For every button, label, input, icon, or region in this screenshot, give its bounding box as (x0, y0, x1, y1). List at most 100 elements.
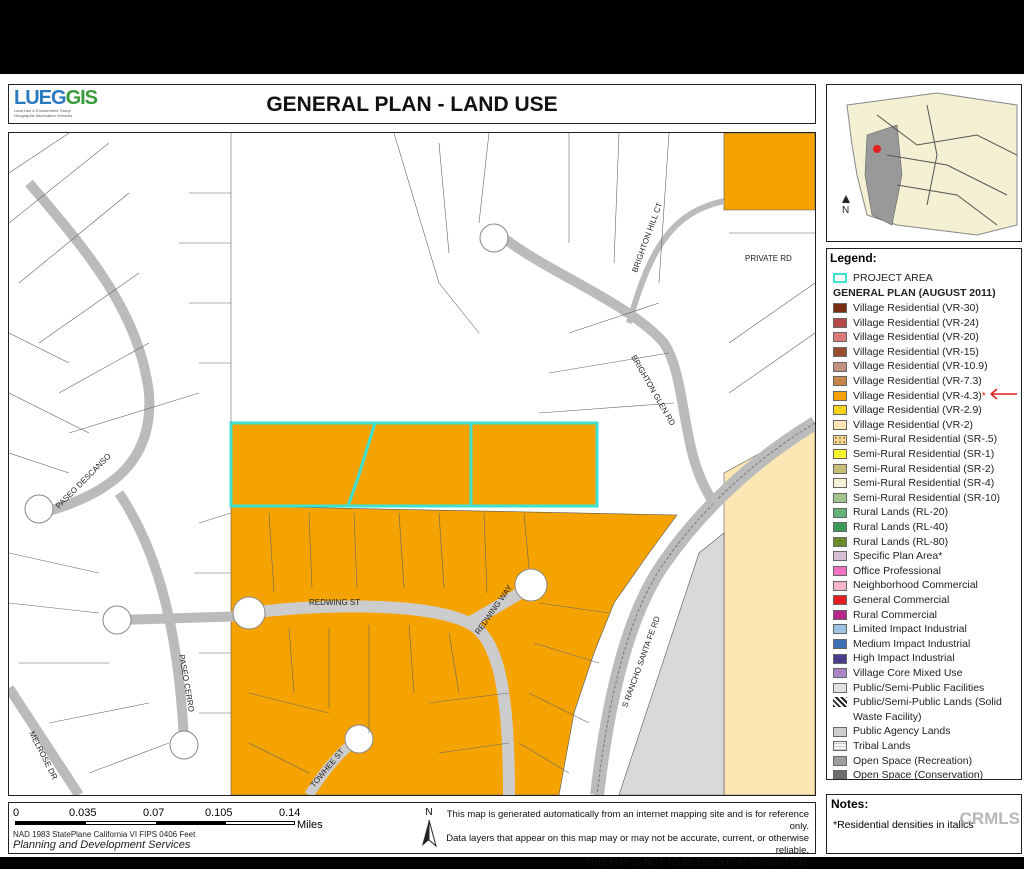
agency-text: Planning and Development Services (13, 839, 191, 851)
legend-label: High Impact Industrial (853, 652, 955, 665)
legend-item: Neighborhood Commercial (833, 578, 978, 592)
legend-swatch (833, 624, 847, 635)
legend-swatch (833, 697, 847, 708)
inset-map: N (826, 84, 1022, 242)
legend-label: Village Residential (VR-24) (853, 316, 979, 329)
legend-item: Semi-Rural Residential (SR-2) (833, 462, 994, 476)
scale-bar (15, 821, 295, 825)
scale-unit: Miles (297, 819, 323, 831)
legend-swatch (833, 595, 847, 606)
legend-item: Semi-Rural Residential (SR-10) (833, 491, 1000, 505)
legend-swatch (833, 405, 847, 416)
legend-swatch (833, 726, 847, 737)
scale-tick-4: 0.14 (279, 807, 301, 819)
legend-label: Village Residential (VR-30) (853, 302, 979, 314)
legend-item: Rural Commercial (833, 608, 937, 622)
projection-text: NAD 1983 StatePlane California VI FIPS 0… (13, 830, 196, 839)
legend-swatch (833, 770, 847, 779)
legend-swatch (833, 361, 847, 372)
legend-marker-note: * (981, 389, 986, 402)
scale-tick-3: 0.105 (205, 807, 233, 819)
legend-item: Village Core Mixed Use (833, 666, 963, 680)
legend-item: Village Residential (VR-7.3) (833, 374, 982, 388)
legend-project-area: PROJECT AREA (833, 271, 933, 285)
legend-item: Rural Lands (RL-80) (833, 535, 948, 549)
legend-label: Office Professional (853, 564, 941, 577)
legend-label: Village Residential (VR-7.3) (853, 375, 982, 387)
legend-swatch (833, 580, 847, 591)
legend-swatch (833, 522, 847, 533)
legend-label: Public/Semi-Public Lands (Solid (853, 696, 1002, 709)
legend-item: Rural Lands (RL-20) (833, 505, 948, 519)
map-sheet: LUEGGIS Land Use & Environment Group Geo… (0, 74, 1024, 868)
legend-swatch (833, 332, 847, 343)
legend-label: General Commercial (853, 594, 950, 606)
legend-item: Village Residential (VR-10.9) (833, 359, 988, 373)
location-marker (873, 145, 881, 153)
legend-label: Rural Lands (RL-40) (853, 521, 949, 533)
legend-label: Village Residential (VR-4.3) (853, 389, 982, 402)
legend-label: Village Residential (VR-20) (853, 331, 979, 344)
watermark: CRMLS (959, 809, 1020, 828)
legend-item: Open Space (Conservation) (833, 768, 984, 780)
legend-item: Limited Impact Industrial (833, 622, 967, 636)
legend-label: Village Residential (VR-10.9) (853, 360, 988, 373)
legend-swatch (833, 376, 847, 387)
legend-swatch (833, 303, 847, 314)
legend-item: Village Residential (VR-4.3)* (833, 389, 986, 403)
legend-swatch (833, 536, 847, 547)
legend-swatch (833, 317, 847, 328)
legend-item: Medium Impact Industrial (833, 637, 970, 651)
legend-item: Waste Facility) (833, 710, 921, 724)
legend-item: Public Agency Lands (833, 724, 950, 738)
legend-swatch (833, 493, 847, 504)
legend-item: Village Residential (VR-20) (833, 330, 979, 344)
legend-swatch (833, 347, 847, 358)
legend-label: Rural Commercial (853, 608, 938, 621)
label-redwing-st: REDWING ST (309, 598, 360, 607)
legend-item: Semi-Rural Residential (SR-.5) (833, 432, 997, 446)
legend-swatch (833, 420, 847, 431)
legend-item: General Commercial (833, 593, 949, 607)
legend-label: Rural Lands (RL-20) (853, 506, 949, 519)
scale-tick-2: 0.07 (143, 807, 165, 819)
label-private-rd: PRIVATE RD (745, 254, 792, 263)
legend: Legend: PROJECT AREA GENERAL PLAN (AUGUS… (826, 248, 1022, 780)
legend-item: Rural Lands (RL-40) (833, 520, 948, 534)
legend-item: Open Space (Recreation) (833, 754, 972, 768)
legend-section-title: GENERAL PLAN (AUGUST 2011) (833, 287, 996, 299)
legend-item: Village Residential (VR-2) (833, 418, 973, 432)
legend-label: Village Residential (VR-2.9) (853, 404, 982, 417)
legend-label: Semi-Rural Residential (SR-2) (853, 462, 995, 475)
legend-swatch (833, 653, 847, 664)
legend-label: Semi-Rural Residential (SR-10) (853, 491, 1001, 504)
legend-label: Public/Semi-Public Facilities (853, 681, 985, 694)
legend-item: Village Residential (VR-2.9) (833, 403, 982, 417)
legend-swatch (833, 551, 847, 562)
legend-label: Semi-Rural Residential (SR-4) (853, 477, 995, 490)
legend-swatch (833, 668, 847, 679)
legend-item: Public/Semi-Public Lands (Solid (833, 695, 1002, 709)
legend-swatch (833, 390, 847, 401)
legend-label: Specific Plan Area* (853, 550, 943, 563)
legend-swatch (833, 755, 847, 766)
arrow-annotation-icon (990, 388, 1017, 400)
legend-item: Specific Plan Area* (833, 549, 942, 563)
legend-item: Village Residential (VR-15) (833, 345, 979, 359)
disclaimer: This map is generated automatically from… (446, 809, 809, 868)
legend-label: Open Space (Recreation) (853, 754, 973, 767)
legend-swatch (833, 639, 847, 650)
legend-swatch (833, 609, 847, 620)
legend-label: Open Space (Conservation) (853, 769, 984, 780)
legend-swatch (833, 741, 847, 752)
inset-north: N (842, 205, 849, 216)
legend-label: Village Residential (VR-2) (853, 418, 974, 431)
page-title: GENERAL PLAN - LAND USE (266, 93, 558, 116)
legend-swatch (833, 478, 847, 489)
legend-item: Village Residential (VR-30) (833, 301, 979, 315)
legend-label: Limited Impact Industrial (853, 623, 967, 636)
legend-swatch (833, 449, 847, 460)
legend-swatch (833, 566, 847, 577)
main-map[interactable]: PRIVATE RD BRIGHTON HILL CT BRIGHTON GLE… (8, 132, 816, 796)
legend-label: Medium Impact Industrial (853, 637, 971, 650)
